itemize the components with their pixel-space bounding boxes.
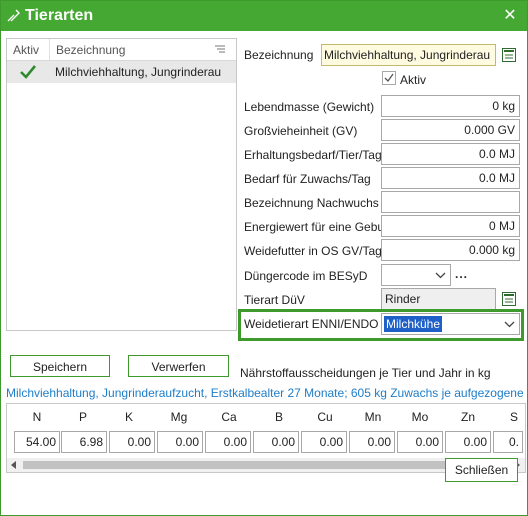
zuwachs-input[interactable]: 0.0 MJ [381,167,520,189]
column-header-mn: Mn [364,410,382,424]
scrollbar-thumb[interactable] [23,461,507,469]
column-header-bezeichnung[interactable]: Bezeichnung [56,43,125,57]
value-cell-p[interactable]: 6.98 [61,431,107,453]
edit-list-icon[interactable] [502,48,516,62]
aktiv-label: Aktiv [400,73,427,87]
close-icon[interactable]: ✕ [501,7,519,25]
value-cell-n[interactable]: 54.00 [14,431,60,453]
chevron-down-icon [435,272,446,279]
column-header-p: P [78,410,87,424]
window-title: Tierarten [25,7,94,24]
column-header-ca: Ca [221,410,237,424]
value-cell-k[interactable]: 0.00 [109,431,155,453]
duev-label: Tierart DüV [244,293,305,307]
duengercode-label: Düngercode im BESyD [244,269,368,283]
weidetierart-select[interactable]: Milchkühe [381,313,520,335]
energie-input[interactable]: 0 MJ [381,215,520,237]
erhaltung-input[interactable]: 0.0 MJ [381,143,520,165]
scroll-left-icon[interactable] [10,461,18,469]
value-cell-mn[interactable]: 0.00 [349,431,395,453]
column-header-aktiv[interactable]: Aktiv [13,43,39,57]
column-header-k: K [124,410,133,424]
value-cell-ca[interactable]: 0.00 [205,431,251,453]
weidefutter-label: Weidefutter in OS GV/Tag [244,244,382,258]
naehrstoff-description: Milchviehhaltung, Jungrinderaufzucht, Er… [6,386,523,400]
column-header-mg: Mg [170,410,188,424]
chevron-down-icon [504,321,515,328]
column-header-n: N [32,410,42,424]
column-header-mo: Mo [411,410,429,424]
speichern-button[interactable]: Speichern [10,355,110,377]
bezeichnung-input[interactable]: Milchviehhaltung, Jungrinderau [321,44,496,66]
column-header-cu: Cu [317,410,333,424]
column-header-s: S [509,410,518,424]
list-item[interactable]: Milchviehhaltung, Jungrinderau [7,61,236,83]
zuwachs-label: Bedarf für Zuwachs/Tag [244,172,371,186]
bezeichnung-label: Bezeichnung [244,48,314,62]
edit-list-icon[interactable] [502,292,516,306]
more-button[interactable]: ... [455,267,468,281]
column-header-zn: Zn [460,410,475,424]
gv-label: Großvieheinheit (GV) [244,124,358,138]
erhaltung-label: Erhaltungsbedarf/Tier/Tag [244,148,382,162]
value-cell-mg[interactable]: 0.00 [157,431,203,453]
tierarten-list: Aktiv Bezeichnung Milchviehhaltung, Jung… [6,38,237,331]
tierarten-icon [7,9,20,22]
checkmark-icon [384,73,394,83]
weidetierart-value: Milchkühe [384,316,443,332]
list-item-label: Milchviehhaltung, Jungrinderau [55,65,222,79]
energie-label: Energiewert für eine Geburt [244,220,392,234]
list-header: Aktiv Bezeichnung [7,39,236,61]
duengercode-select[interactable] [381,264,451,286]
aktiv-checkbox[interactable] [382,71,396,85]
lebendmasse-label: Lebendmasse (Gewicht) [244,100,375,114]
value-cell-cu[interactable]: 0.00 [301,431,347,453]
value-cell-mo[interactable]: 0.00 [397,431,443,453]
weidefutter-input[interactable]: 0.000 kg [381,239,520,261]
title-bar: Tierarten ✕ [1,1,527,31]
column-header-b: B [274,410,283,424]
nachwuchs-input[interactable] [381,191,520,213]
schliessen-button[interactable]: Schließen [445,458,518,482]
active-check-icon [20,65,37,79]
value-cell-s[interactable]: 0. [493,431,523,453]
weidetierart-label: Weidetierart ENNI/ENDO [244,317,379,331]
lebendmasse-input[interactable]: 0 kg [381,95,520,117]
verwerfen-button[interactable]: Verwerfen [128,355,229,377]
value-cell-zn[interactable]: 0.00 [445,431,491,453]
duev-input: Rinder [381,288,496,310]
naehrstoff-heading: Nährstoffausscheidungen je Tier und Jahr… [240,366,491,380]
column-separator [49,39,50,60]
nachwuchs-label: Bezeichnung Nachwuchs [244,196,379,210]
column-chooser-icon[interactable] [215,45,225,54]
gv-input[interactable]: 0.000 GV [381,119,520,141]
tierarten-dialog: Tierarten ✕ Aktiv Bezeichnung Milchviehh… [0,0,528,516]
value-cell-b[interactable]: 0.00 [253,431,299,453]
